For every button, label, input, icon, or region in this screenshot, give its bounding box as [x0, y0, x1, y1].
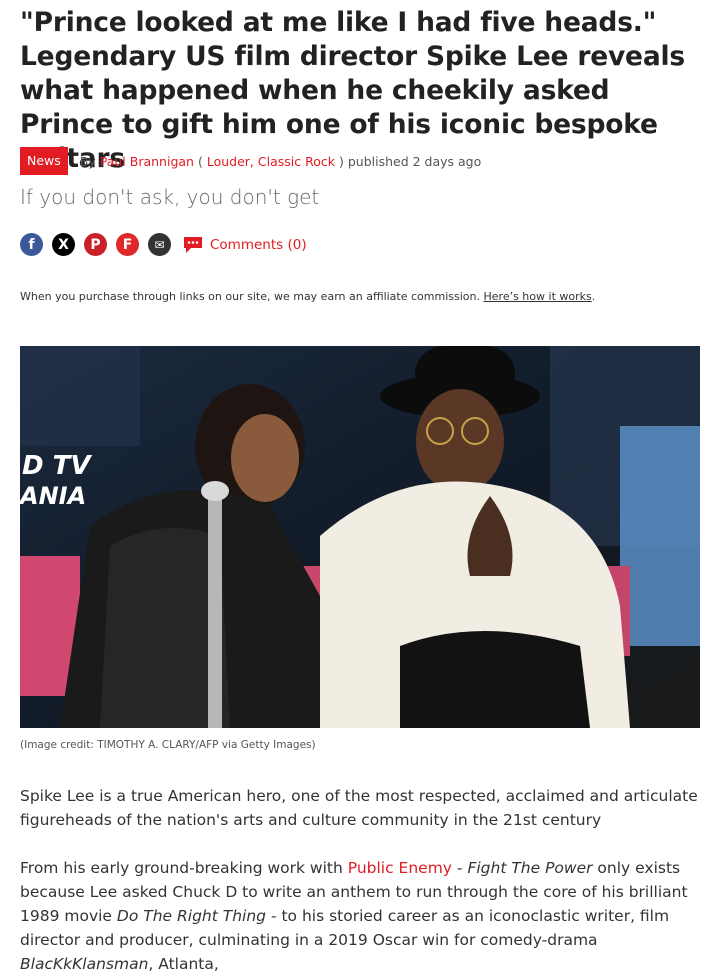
x-twitter-icon[interactable]: X [52, 233, 75, 256]
strapline: If you don't ask, you don't get [20, 185, 320, 209]
published-date: published 2 days ago [347, 153, 482, 169]
flipboard-icon[interactable]: F [116, 233, 139, 256]
x-glyph: X [58, 236, 69, 253]
speech-bubble-icon [184, 236, 202, 253]
para2-text-2: - [451, 859, 468, 877]
publication-classic-rock-link[interactable]: Classic Rock [258, 154, 335, 169]
publication-separator: , [249, 153, 254, 169]
para2-text-5: , Atlanta, [148, 955, 219, 973]
image-credit: (Image credit: TIMOTHY A. CLARY/AFP via … [20, 739, 316, 751]
category-badge[interactable]: News [20, 147, 68, 175]
email-icon[interactable]: ✉ [148, 233, 171, 256]
publications-open: ( [197, 153, 203, 169]
para2-text-1: From his early ground-breaking work with [20, 859, 343, 877]
public-enemy-link[interactable]: Public Enemy [348, 859, 452, 877]
para2-italic-3: BlacKkKlansman [20, 955, 149, 973]
hero-photo-illustration: D TV ANIA [20, 346, 700, 728]
pinterest-glyph: P [90, 236, 101, 253]
para2-italic-2: Do The Right Thing [116, 907, 267, 925]
byline-by: By [79, 153, 96, 169]
publication-louder-link[interactable]: Louder [207, 154, 250, 169]
para2-italic-1: Fight The Power [467, 859, 593, 877]
comments-link[interactable]: Comments (0) [182, 235, 307, 255]
facebook-icon[interactable]: f [20, 233, 43, 256]
hero-image: D TV ANIA [20, 346, 700, 728]
email-glyph: ✉ [154, 237, 165, 252]
byline: News By Paul Brannigan ( Louder, Classic… [20, 147, 481, 175]
pinterest-icon[interactable]: P [84, 233, 107, 256]
body-paragraph-1: Spike Lee is a true American hero, one o… [20, 787, 698, 829]
body-paragraph-2: From his early ground-breaking work with… [20, 856, 702, 976]
publications-close: ) [338, 153, 344, 169]
author-link[interactable]: Paul Brannigan [100, 154, 194, 169]
affiliate-disclosure: When you purchase through links on our s… [20, 290, 596, 303]
facebook-glyph: f [28, 236, 35, 253]
share-bar: f X P F ✉ Comments (0) [20, 233, 307, 256]
affiliate-text: When you purchase through links on our s… [20, 290, 480, 303]
flipboard-glyph: F [122, 236, 133, 253]
overlay-text-tv: D TV [22, 451, 92, 481]
overlay-text-ania: ANIA [20, 482, 86, 510]
affiliate-how-it-works-link[interactable]: Here’s how it works [484, 290, 592, 303]
comments-label: Comments (0) [210, 236, 307, 253]
